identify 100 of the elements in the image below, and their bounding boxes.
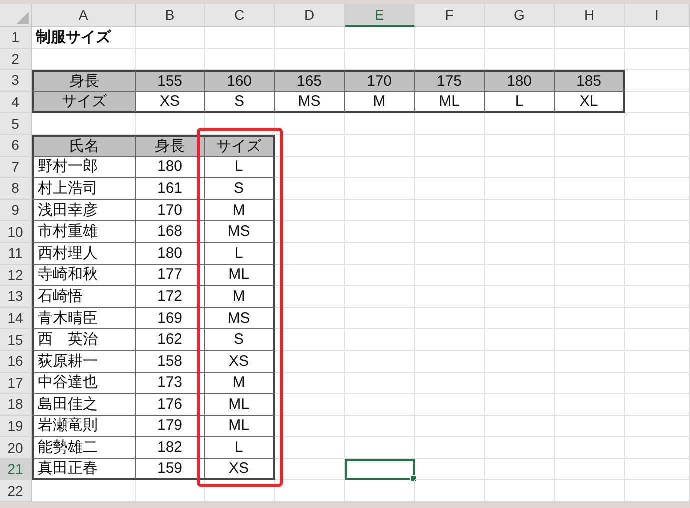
row-header[interactable]: 11	[0, 242, 32, 265]
empty-cell	[345, 480, 415, 502]
row-header[interactable]: 4	[0, 92, 32, 114]
table-cell: 岩瀬竜則	[32, 416, 136, 438]
row-header[interactable]: 1	[0, 27, 32, 49]
table-cell: 180	[136, 156, 205, 178]
table-cell: XL	[555, 92, 625, 114]
empty-cell	[275, 308, 345, 330]
table-cell: L	[205, 437, 275, 459]
empty-cell	[275, 458, 345, 480]
row-header[interactable]: 22	[0, 480, 32, 502]
empty-cell	[345, 178, 415, 200]
row-header[interactable]: 18	[0, 394, 32, 416]
row-header[interactable]: 15	[0, 329, 32, 351]
selected-cell[interactable]	[345, 458, 415, 480]
row-header[interactable]: 5	[0, 113, 32, 135]
empty-cell	[345, 394, 415, 416]
empty-cell	[275, 27, 345, 49]
table-cell: MS	[275, 92, 345, 114]
table-cell: 170	[345, 70, 415, 92]
empty-cell	[485, 200, 555, 222]
empty-cell	[625, 92, 690, 114]
table-cell: S	[205, 329, 275, 351]
empty-cell	[485, 242, 555, 265]
empty-cell	[625, 372, 690, 394]
row-header[interactable]: 8	[0, 178, 32, 200]
empty-cell	[275, 113, 345, 135]
empty-cell	[625, 329, 690, 351]
table-cell: ML	[415, 92, 485, 114]
table-cell: 161	[136, 178, 205, 200]
column-header[interactable]: G	[485, 4, 555, 27]
row-header[interactable]: 17	[0, 372, 32, 394]
column-header[interactable]: A	[32, 4, 136, 27]
empty-cell	[555, 458, 625, 480]
empty-cell	[555, 372, 625, 394]
empty-cell	[485, 394, 555, 416]
table-cell: 能勢雄二	[32, 437, 136, 459]
row-header[interactable]: 3	[0, 70, 32, 92]
table-cell: 180	[485, 70, 555, 92]
empty-cell	[345, 113, 415, 135]
row-header[interactable]: 9	[0, 200, 32, 222]
table-cell: 真田正春	[32, 458, 136, 480]
column-header[interactable]: F	[415, 4, 485, 27]
row-header[interactable]: 19	[0, 416, 32, 438]
empty-cell	[415, 264, 485, 286]
table-cell: 180	[136, 242, 205, 265]
row-header[interactable]: 12	[0, 264, 32, 286]
column-header[interactable]: B	[136, 4, 205, 27]
table-cell: 182	[136, 437, 205, 459]
empty-cell	[275, 437, 345, 459]
empty-cell	[555, 242, 625, 265]
table-cell: M	[345, 92, 415, 114]
row-header[interactable]: 14	[0, 308, 32, 330]
column-header[interactable]: I	[625, 4, 690, 27]
table-cell: 身長	[32, 70, 136, 92]
table-cell: 島田佳之	[32, 394, 136, 416]
empty-cell	[555, 480, 625, 502]
column-header[interactable]: H	[555, 4, 625, 27]
table-cell: 西 英治	[32, 329, 136, 351]
empty-cell	[345, 134, 415, 157]
empty-cell	[415, 437, 485, 459]
table-cell: 173	[136, 372, 205, 394]
empty-cell	[415, 350, 485, 372]
empty-cell	[275, 286, 345, 308]
empty-cell	[485, 458, 555, 480]
empty-cell	[625, 221, 690, 243]
empty-cell	[415, 458, 485, 480]
column-header[interactable]: E	[345, 4, 415, 27]
table-cell: 185	[555, 70, 625, 92]
empty-cell	[485, 350, 555, 372]
table-cell: 西村理人	[32, 242, 136, 265]
empty-cell	[555, 221, 625, 243]
empty-cell	[345, 156, 415, 178]
row-header[interactable]: 13	[0, 286, 32, 308]
row-header[interactable]: 7	[0, 156, 32, 178]
table-cell: L	[205, 156, 275, 178]
row-header[interactable]: 6	[0, 134, 32, 157]
empty-cell	[485, 27, 555, 49]
empty-cell	[625, 156, 690, 178]
table-cell: XS	[205, 458, 275, 480]
column-header[interactable]: C	[205, 4, 275, 27]
empty-cell	[275, 372, 345, 394]
empty-cell	[345, 329, 415, 351]
empty-cell	[345, 200, 415, 222]
empty-cell	[415, 242, 485, 265]
empty-cell	[415, 200, 485, 222]
row-header[interactable]: 20	[0, 437, 32, 459]
empty-cell	[555, 113, 625, 135]
row-header[interactable]: 2	[0, 48, 32, 70]
row-header[interactable]: 16	[0, 350, 32, 372]
empty-cell	[555, 329, 625, 351]
table-cell: MS	[205, 308, 275, 330]
empty-cell	[415, 286, 485, 308]
column-header[interactable]: D	[275, 4, 345, 27]
table-cell: 158	[136, 350, 205, 372]
empty-cell	[555, 200, 625, 222]
empty-cell	[485, 437, 555, 459]
row-header[interactable]: 21	[0, 458, 32, 480]
row-header[interactable]: 10	[0, 221, 32, 243]
empty-cell	[275, 221, 345, 243]
